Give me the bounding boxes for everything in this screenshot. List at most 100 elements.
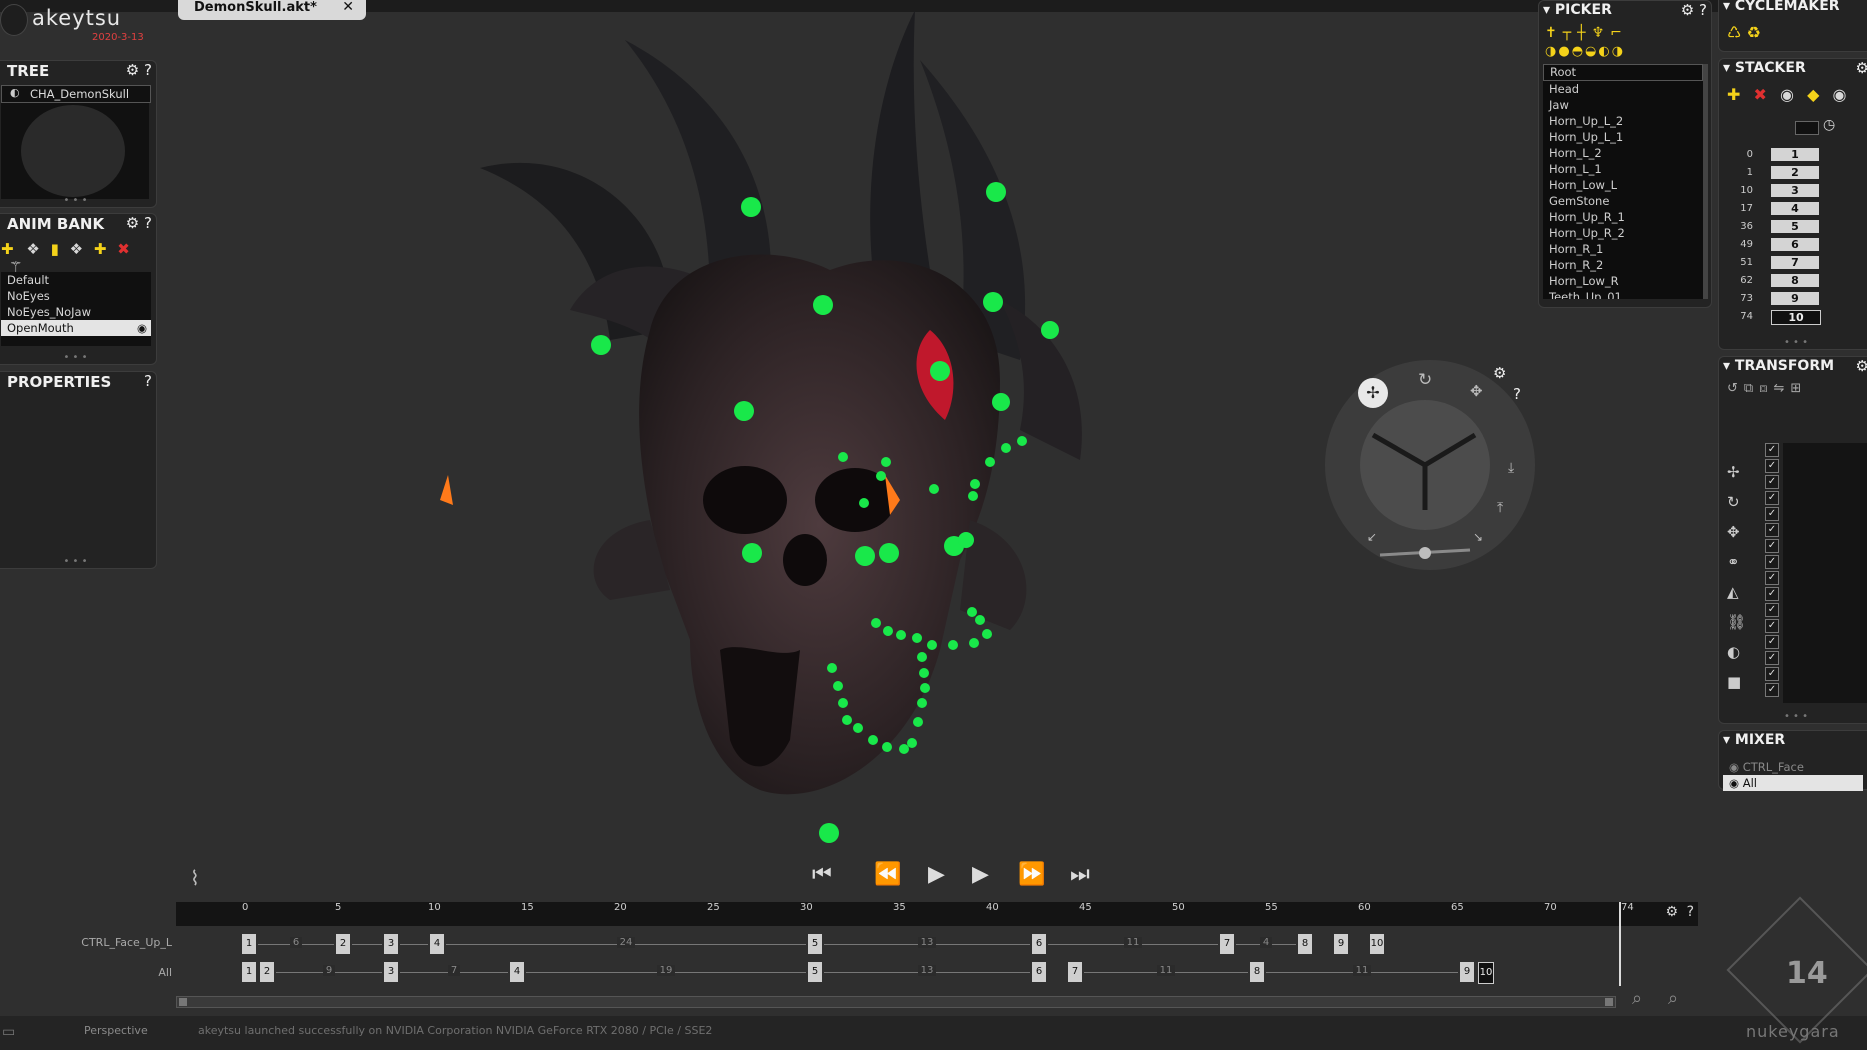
zoom-out-icon[interactable]: ⌕ — [1668, 988, 1678, 1009]
eye-icon[interactable]: ◉ — [1729, 776, 1743, 790]
bone-item[interactable]: Horn_Low_L — [1543, 177, 1703, 193]
stacker-row[interactable]: 73 9 — [1719, 291, 1839, 306]
axis-checkbox[interactable]: ✓ — [1765, 555, 1779, 569]
axis-checkbox[interactable]: ✓ — [1765, 619, 1779, 633]
axis-checkbox[interactable]: ✓ — [1765, 651, 1779, 665]
close-icon[interactable]: ✕ — [342, 0, 354, 15]
bone-item[interactable]: Horn_L_1 — [1543, 161, 1703, 177]
camera-icon[interactable]: ■ — [1727, 667, 1746, 697]
first-key-icon[interactable]: ⏮ — [812, 862, 832, 887]
duplicate-icon[interactable]: ❖ — [26, 240, 39, 258]
new-anim-icon[interactable]: ✚ — [94, 240, 107, 258]
keyframe[interactable]: 9 — [1334, 934, 1348, 954]
mirror-icon[interactable]: ⇋ — [1773, 381, 1790, 396]
gear-icon[interactable]: ⚙ — [1493, 364, 1506, 382]
pivot-icon[interactable]: ⤒ — [1497, 500, 1503, 516]
select-icon[interactable]: ◒ — [1585, 44, 1598, 59]
stacker-row[interactable]: 51 7 — [1719, 255, 1839, 270]
key-icon[interactable]: ◆ — [1807, 85, 1819, 104]
camera-mode-icon[interactable]: ▭ — [2, 1024, 15, 1040]
keyframe[interactable]: 3 — [384, 934, 398, 954]
bone-item[interactable]: Horn_Up_L_2 — [1543, 113, 1703, 129]
help-icon[interactable]: ? — [1687, 904, 1694, 920]
axis-checkbox[interactable]: ✓ — [1765, 459, 1779, 473]
add-icon[interactable]: ✚ — [1, 240, 14, 258]
help-icon[interactable]: ? — [144, 61, 152, 79]
play-icon[interactable]: ▶ — [928, 862, 945, 887]
gear-icon[interactable]: ⚙ — [1856, 59, 1867, 77]
mixer-item[interactable]: ◉ CTRL_Face — [1723, 759, 1863, 775]
camera-label[interactable]: Perspective — [84, 1024, 148, 1037]
axis-checkbox[interactable]: ✓ — [1765, 683, 1779, 697]
keyframe[interactable]: 1 — [242, 934, 256, 954]
select-icon[interactable]: ◑ — [1545, 44, 1558, 59]
bone-item[interactable]: Horn_L_2 — [1543, 145, 1703, 161]
range-handle-end[interactable] — [1605, 998, 1613, 1006]
bone-item[interactable]: Horn_R_1 — [1543, 241, 1703, 257]
keyframe[interactable]: 2 — [336, 934, 350, 954]
rotate-icon[interactable]: ↻ — [1727, 487, 1746, 517]
axis-checkbox[interactable]: ✓ — [1765, 667, 1779, 681]
bone-tool-icon[interactable]: ⌐ — [1610, 25, 1628, 41]
stacker-row[interactable]: 01 — [1719, 147, 1839, 162]
gear-icon[interactable]: ⚙ — [1856, 357, 1867, 375]
cycle-offset-icon[interactable]: ♻ — [1746, 23, 1760, 42]
stacker-row[interactable]: 36 5 — [1719, 219, 1839, 234]
help-icon[interactable]: ? — [1513, 385, 1521, 403]
gear-icon[interactable]: ⚙ — [126, 214, 139, 232]
keyframe[interactable]: 10 — [1370, 934, 1384, 954]
bone-tool-icon[interactable]: ┬ — [1563, 25, 1577, 41]
stacker-row[interactable]: 10 3 — [1719, 183, 1839, 198]
select-icon[interactable]: ◓ — [1572, 44, 1585, 59]
axis-checkbox[interactable]: ✓ — [1765, 635, 1779, 649]
stacker-row[interactable]: 17 4 — [1719, 201, 1839, 216]
toggle-icon[interactable]: ◐ — [1727, 637, 1746, 667]
bone-item[interactable]: Horn_Low_R — [1543, 273, 1703, 289]
bone-tool-icon[interactable]: ✝ — [1545, 25, 1563, 41]
link-icon[interactable]: ⚭ — [1727, 547, 1746, 577]
clock-icon[interactable]: ◷ — [1823, 117, 1835, 133]
keyframe[interactable]: 7 — [1068, 962, 1082, 982]
bone-item[interactable]: Horn_Up_L_1 — [1543, 129, 1703, 145]
rotate-mode-icon[interactable]: ↻ — [1418, 370, 1432, 390]
select-icon[interactable]: ● — [1558, 44, 1571, 59]
anim-item-openmouth[interactable]: OpenMouth ◉ — [1, 320, 151, 336]
picker-scrollbar[interactable] — [1703, 64, 1708, 299]
bone-item[interactable]: Horn_R_2 — [1543, 257, 1703, 273]
cycle-icon[interactable]: ♺ — [1727, 23, 1741, 42]
bone-item[interactable]: Jaw — [1543, 97, 1703, 113]
bone-item[interactable]: GemStone — [1543, 193, 1703, 209]
snap-icon[interactable]: ⊞ — [1790, 381, 1807, 396]
axis-checkbox[interactable]: ✓ — [1765, 475, 1779, 489]
keyframe[interactable]: 5 — [808, 934, 822, 954]
keyframe[interactable]: 7 — [1220, 934, 1234, 954]
keyframe[interactable]: 3 — [384, 962, 398, 982]
keyframe[interactable]: 1 — [242, 962, 256, 982]
add-icon[interactable]: ✚ — [1727, 85, 1740, 104]
translate-mode-icon[interactable]: ✢ — [1358, 378, 1388, 408]
stacker-view-toggle[interactable] — [1795, 121, 1819, 135]
keyframe[interactable]: 6 — [1032, 962, 1046, 982]
keyframe[interactable]: 4 — [510, 962, 524, 982]
stacker-row[interactable]: 74 10 — [1719, 309, 1839, 325]
copy-icon[interactable]: ⧉ — [1744, 381, 1759, 396]
keyframe[interactable]: 9 — [1460, 962, 1474, 982]
gear-icon[interactable]: ⚙ — [1665, 904, 1678, 920]
file-tab[interactable]: DemonSkull.akt* ✕ — [178, 0, 366, 20]
bone-tool-icon[interactable]: ♆ — [1592, 25, 1611, 41]
select-icon[interactable]: ◐ — [1598, 44, 1611, 59]
eye-icon[interactable]: ◉ — [1729, 760, 1743, 774]
bone-tool-icon[interactable]: ┼ — [1577, 25, 1591, 41]
keyframe[interactable]: 8 — [1250, 962, 1264, 982]
help-icon[interactable]: ? — [144, 372, 152, 390]
manipulator-widget[interactable]: ✢ ↻ ✥ ⚙ ? ⤓ ⤒ ↙ ↘ — [1325, 360, 1535, 575]
axis-checkbox[interactable]: ✓ — [1765, 603, 1779, 617]
axis-checkbox[interactable]: ✓ — [1765, 443, 1779, 457]
gear-icon[interactable]: ⚙ — [126, 61, 139, 79]
copy-icon[interactable]: ❖ — [70, 240, 83, 258]
axis-checkbox[interactable]: ✓ — [1765, 491, 1779, 505]
visibility-icon[interactable]: ◉ — [1832, 85, 1846, 104]
keyframe[interactable]: 10 — [1478, 962, 1494, 984]
bone-item[interactable]: Horn_Up_R_2 — [1543, 225, 1703, 241]
anim-item-noeyes[interactable]: NoEyes — [1, 288, 151, 304]
